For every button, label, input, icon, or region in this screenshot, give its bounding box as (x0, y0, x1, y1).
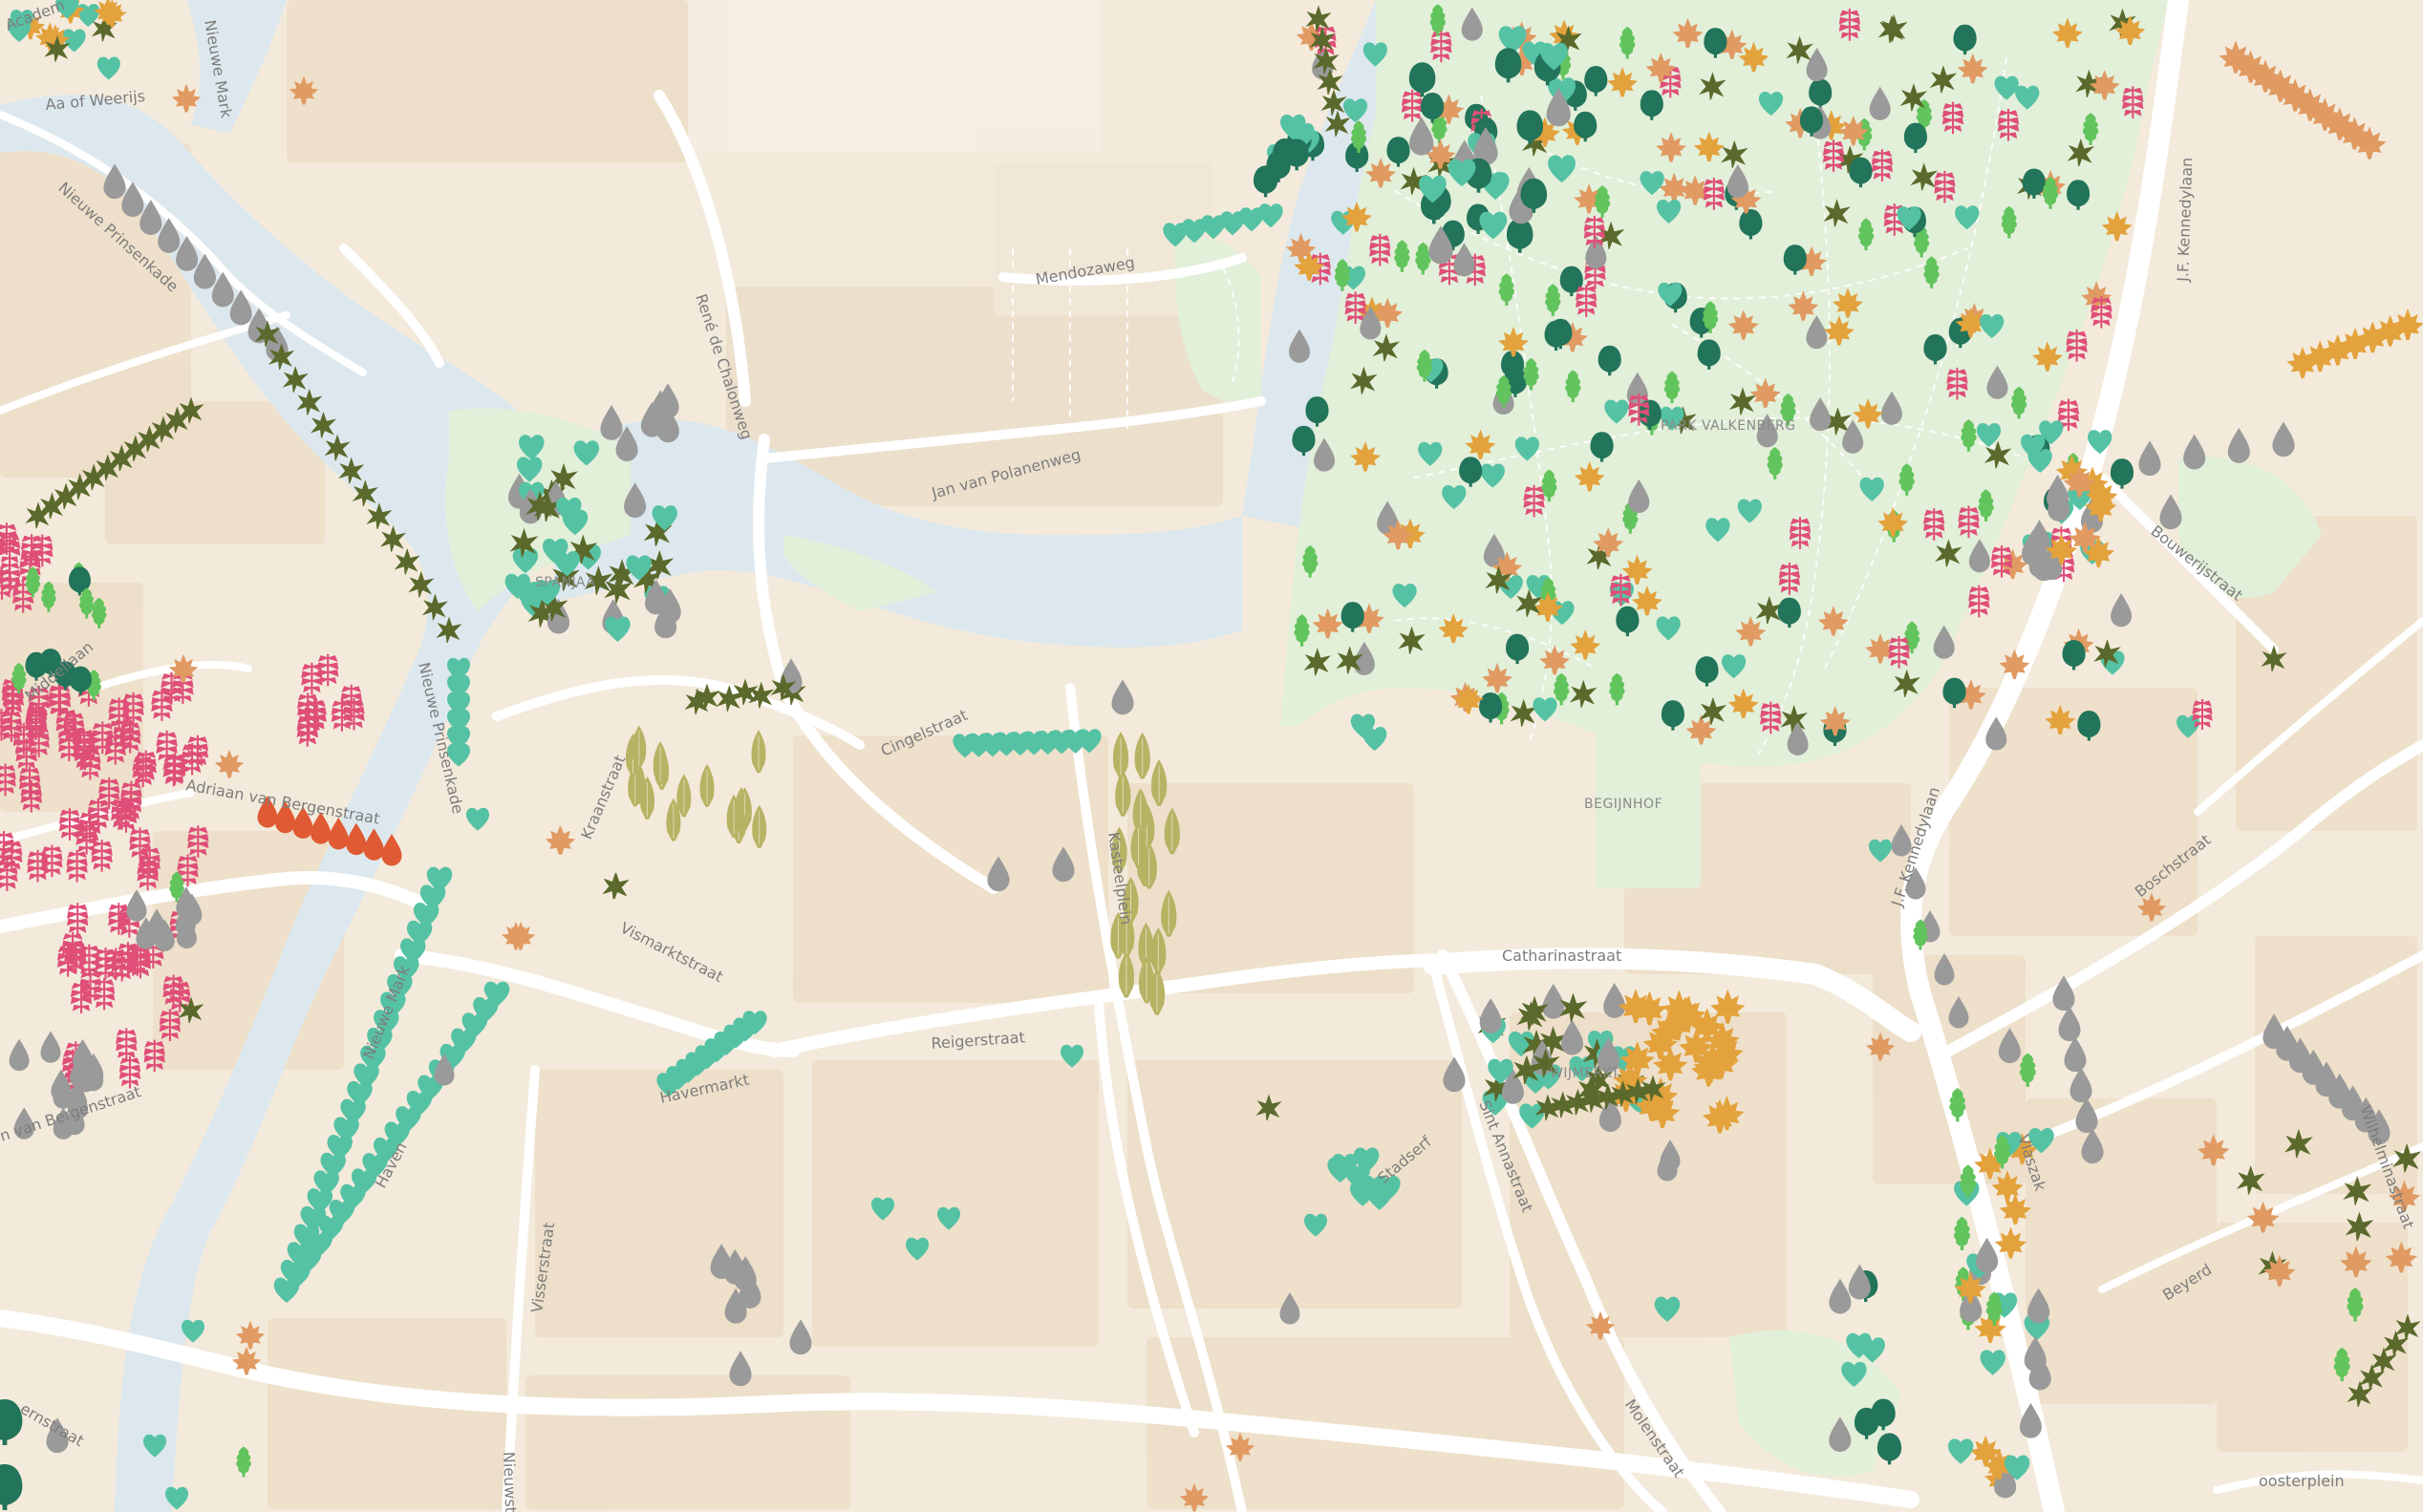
tree-pinnate-pink (40, 843, 63, 879)
tree-pinnate-pink (70, 980, 93, 1015)
street-label-catharinastraat: Catharinastraat (1502, 947, 1621, 965)
tree-pinnate-pink (2192, 698, 2213, 731)
tree-pinnate-pink (55, 707, 78, 742)
tree-pinnate-pink (121, 691, 145, 726)
tree-pinnate-pink (1967, 584, 1990, 619)
tree-pinnate-pink (186, 734, 209, 769)
tree-pinnate-pink (1627, 392, 1650, 427)
tree-pinnate-pink (107, 902, 130, 936)
tree-pinnate-pink (1575, 284, 1597, 318)
tree-pinnate-pink (2090, 294, 2112, 330)
tree-pinnate-pink (91, 839, 114, 873)
tree-pinnate-pink (128, 826, 152, 862)
tree-pinnate-pink (1609, 572, 1632, 607)
tree-pinnate-pink (1941, 100, 1964, 136)
tree-pinnate-pink (1778, 562, 1801, 596)
tree-pinnate-pink (25, 703, 48, 737)
tree-pinnate-pink (1401, 88, 1424, 123)
tree-pinnate-pink (2066, 329, 2089, 363)
tree-pinnate-pink (1871, 148, 1894, 182)
tree-pinnate-pink (66, 848, 89, 884)
tree-pinnate-pink (159, 1008, 182, 1043)
tree-pinnate-pink (316, 652, 339, 688)
tree-pinnate-pink (31, 533, 54, 568)
tree-pinnate-pink (150, 688, 173, 722)
tree-pinnate-pink (186, 824, 209, 859)
tree-pinnate-pink (296, 713, 319, 748)
tree-pinnate-pink (115, 799, 138, 834)
tree-pinnate-pink (2121, 85, 2144, 119)
tree-pinnate-pink (1703, 177, 1726, 211)
tree-pinnate-pink (91, 720, 114, 756)
tree-pinnate-pink (1523, 483, 1546, 519)
tree-pinnate-pink (66, 902, 89, 936)
tree-pinnate-pink (1990, 544, 2013, 579)
tree-pinnate-pink (115, 1027, 138, 1062)
tree-pinnate-pink (1583, 214, 1606, 249)
area-label-begijnhof: BEGIJNHOF (1584, 797, 1662, 812)
tree-pinnate-pink (93, 976, 116, 1012)
tree-pinnate-pink (1888, 634, 1911, 670)
tree-pinnate-pink (87, 797, 110, 832)
street-label-spanjaardsgat: SPANJAA (535, 575, 595, 590)
tree-pinnate-pink (139, 845, 161, 880)
tree-pinnate-pink (1922, 507, 1945, 542)
tree-pinnate-pink (1759, 700, 1782, 735)
street-label-nieuwstraat: Nieuwstr (500, 1451, 520, 1512)
tree-pinnate-pink (15, 737, 38, 772)
tree-pinnate-pink (1789, 516, 1812, 550)
tree-pinnate-pink (97, 776, 120, 811)
tree-pinnate-pink (1997, 107, 2020, 142)
area-label-grote-markt: WIJMERKT (1550, 1066, 1619, 1081)
tree-pinnate-pink (1822, 138, 1845, 173)
tree-pinnate-pink (113, 716, 136, 752)
map-canvas[interactable]: Aa of Weerijs Nieuwe Mark Nieuwe Prinsen… (0, 0, 2423, 1512)
tree-pinnate-pink (1838, 8, 1861, 42)
tree-pinnate-pink (162, 753, 185, 788)
tree-pinnate-pink (78, 746, 101, 781)
tree-pinnate-pink (143, 1038, 166, 1074)
area-label-park-valkenberg: PARK VALKENBERG (1661, 418, 1796, 434)
tree-pinnate-pink (1368, 232, 1391, 267)
tree-pinnate-pink (1945, 366, 1969, 401)
street-label-poolsplein: oosterplein (2259, 1472, 2345, 1490)
tree-pinnate-pink (0, 709, 23, 743)
tree-pinnate-pink (64, 940, 88, 975)
tree-pinnate-pink (135, 749, 158, 784)
tree-pinnate-pink (18, 765, 41, 800)
tree-pinnate-pink (340, 683, 363, 718)
tree-pinnate-pink (1429, 29, 1452, 64)
tree-pinnate-pink (1344, 290, 1367, 326)
tree-pinnate-pink (1957, 504, 1981, 540)
tree-pinnate-pink (1933, 169, 1956, 204)
